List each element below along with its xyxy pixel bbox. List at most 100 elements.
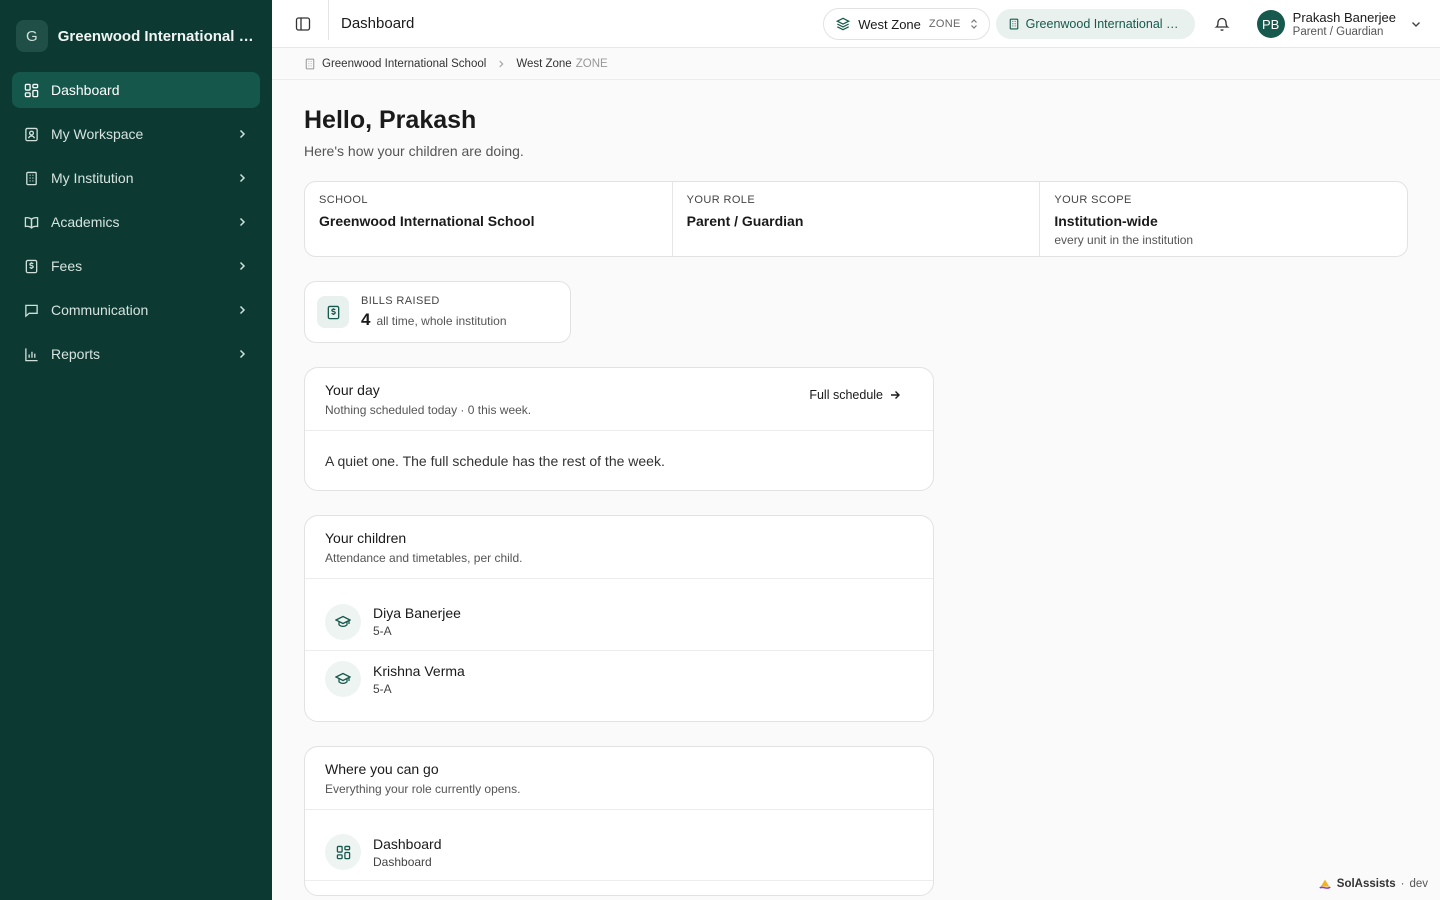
sidebar-item-label: My Workspace: [51, 126, 144, 142]
scope-info: YOUR SCOPE Institution-wide every unit i…: [1040, 182, 1407, 256]
sidebar-item-reports[interactable]: Reports: [12, 336, 260, 372]
greeting-subtitle: Here's how your children are doing.: [304, 143, 524, 159]
child-info: Diya Banerjee 5-A: [373, 605, 461, 638]
receipt-icon: [24, 259, 39, 274]
building-icon: [305, 58, 315, 69]
book-open-icon: [24, 215, 39, 230]
sidebar-item-dashboard[interactable]: Dashboard: [12, 72, 260, 108]
user-menu[interactable]: PB Prakash Banerjee Parent / Guardian: [1256, 10, 1422, 38]
bills-raised-card: BILLS RAISED 4 all time, whole instituti…: [304, 281, 571, 343]
school-badge[interactable]: Greenwood International School: [995, 9, 1195, 39]
arrow-right-icon: [891, 391, 900, 399]
breadcrumb-zone-tag: ZONE: [575, 57, 608, 70]
chevron-down-icon: [1412, 22, 1420, 27]
sidebar-item-my-workspace[interactable]: My Workspace: [12, 116, 260, 152]
chevron-right-icon: [239, 349, 246, 359]
graduation-cap-icon: [325, 661, 361, 697]
sidebar-item-label: Dashboard: [51, 82, 120, 98]
sidebar-item-label: Communication: [51, 302, 149, 318]
card-subtitle: Attendance and timetables, per child.: [325, 551, 523, 565]
stat-line: 4 all time, whole institution: [361, 310, 507, 330]
sidebar: G Greenwood International School Dashboa…: [0, 0, 272, 900]
zone-name: West Zone: [858, 16, 921, 32]
user-name: Prakash Banerjee: [1292, 10, 1396, 25]
sidebar-item-communication[interactable]: Communication: [12, 292, 260, 328]
school-label: SCHOOL: [319, 194, 368, 206]
chevron-right-icon: [239, 305, 246, 315]
dashboard-icon: [24, 83, 39, 98]
sidebar-item-my-institution[interactable]: My Institution: [12, 160, 260, 196]
avatar: PB: [1256, 10, 1285, 38]
destination-name: Dashboard: [373, 835, 442, 852]
main-content: Hello, Prakash Here's how your children …: [304, 80, 1408, 896]
full-schedule-label: Full schedule: [809, 388, 883, 402]
scope-value: Institution-wide: [1054, 213, 1158, 229]
sidebar-item-label: Fees: [51, 258, 83, 274]
contact-card-icon: [24, 127, 39, 142]
page-title: Dashboard: [341, 15, 415, 32]
school-info: SCHOOL Greenwood International School: [305, 182, 673, 256]
building-icon: [24, 171, 39, 186]
panel-left-icon: [295, 16, 311, 31]
environment-badge: SolAssists · dev: [1318, 877, 1428, 891]
chevron-right-icon: [239, 261, 246, 271]
graduation-cap-icon: [325, 603, 361, 640]
zone-tag: ZONE: [928, 18, 961, 30]
child-item[interactable]: Diya Banerjee 5-A: [305, 593, 933, 650]
empty-state-text: A quiet one. The full schedule has the r…: [325, 453, 665, 469]
where-you-can-go-card: Where you can go Everything your role cu…: [304, 746, 934, 896]
child-name: Diya Banerjee: [373, 605, 461, 621]
scope-label: YOUR SCOPE: [1054, 194, 1132, 206]
chevron-right-icon: [239, 173, 246, 183]
layers-icon: [836, 17, 851, 31]
role-label: YOUR ROLE: [686, 194, 756, 206]
stat-description: all time, whole institution: [376, 313, 507, 328]
user-info: Prakash Banerjee Parent / Guardian: [1293, 10, 1396, 38]
child-class: 5-A: [373, 681, 392, 696]
top-bar-actions: West Zone ZONE Greenwood International S…: [823, 0, 1440, 48]
sidebar-item-label: Academics: [51, 214, 120, 230]
solassists-logo-icon: [1319, 879, 1331, 889]
destination-item[interactable]: Dashboard Dashboard: [305, 824, 933, 881]
user-role: Parent / Guardian: [1292, 26, 1384, 38]
your-children-card: Your children Attendance and timetables,…: [304, 515, 934, 722]
child-item[interactable]: Krishna Verma 5-A: [305, 650, 933, 707]
card-header: Where you can go Everything your role cu…: [305, 747, 933, 810]
sidebar-item-label: My Institution: [51, 170, 134, 186]
chevron-right-icon: [239, 129, 246, 139]
zone-selector[interactable]: West Zone ZONE: [823, 8, 990, 40]
card-title: Your children: [325, 530, 407, 546]
card-title: Where you can go: [325, 761, 439, 777]
notifications-button[interactable]: [1207, 9, 1237, 39]
sidebar-item-label: Reports: [51, 346, 101, 362]
building-icon: [1009, 18, 1018, 30]
sidebar-item-academics[interactable]: Academics: [12, 204, 260, 240]
separator: ·: [1400, 878, 1405, 890]
divider: [328, 0, 329, 40]
dashboard-icon: [325, 834, 361, 870]
child-class: 5-A: [373, 624, 392, 638]
institution-switcher[interactable]: G Greenwood International School: [0, 0, 272, 72]
children-list: Diya Banerjee 5-A Krishna Verma 5-A: [305, 579, 933, 721]
chevron-right-icon: [499, 60, 504, 67]
breadcrumb-school[interactable]: Greenwood International School: [322, 58, 486, 70]
destination-sub: Dashboard: [373, 854, 432, 869]
child-name: Krishna Verma: [373, 662, 465, 679]
child-info: Krishna Verma 5-A: [373, 663, 465, 696]
sidebar-toggle-button[interactable]: [288, 9, 318, 39]
breadcrumb: Greenwood International School West Zone…: [272, 48, 1440, 80]
breadcrumb-zone[interactable]: West Zone: [516, 58, 571, 70]
full-schedule-link[interactable]: Full schedule: [809, 388, 901, 402]
school-value: Greenwood International School: [319, 213, 535, 229]
chevrons-up-down-icon: [970, 19, 977, 29]
sidebar-nav: Dashboard My Workspace My Institution Ac…: [0, 72, 272, 372]
bar-chart-icon: [24, 347, 39, 362]
chevron-right-icon: [239, 217, 246, 227]
role-value: Parent / Guardian: [686, 213, 804, 229]
environment-label: dev: [1409, 878, 1428, 890]
sidebar-item-fees[interactable]: Fees: [12, 248, 260, 284]
destination-info: Dashboard Dashboard: [373, 836, 442, 869]
context-summary: SCHOOL Greenwood International School YO…: [304, 181, 1408, 257]
your-day-card: Your day Nothing scheduled today · 0 thi…: [304, 367, 934, 491]
brand-logo: G: [16, 20, 48, 52]
